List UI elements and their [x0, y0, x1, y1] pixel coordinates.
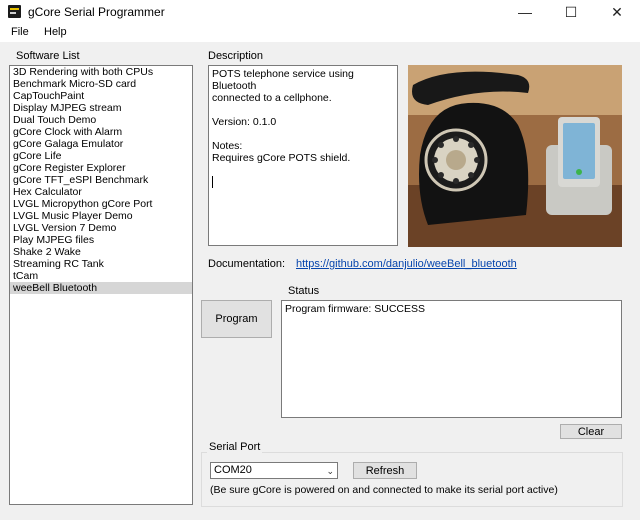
minimize-button[interactable]: — [502, 0, 548, 24]
list-item[interactable]: LVGL Version 7 Demo [10, 222, 192, 234]
description-label: Description [206, 50, 266, 62]
close-button[interactable]: ✕ [594, 0, 640, 24]
program-button[interactable]: Program [201, 300, 272, 338]
software-list[interactable]: 3D Rendering with both CPUs Benchmark Mic… [9, 65, 193, 505]
serial-port-dropdown[interactable]: COM20 ⌄ [210, 462, 338, 479]
menu-file[interactable]: File [9, 26, 31, 38]
list-item[interactable]: CapTouchPaint [10, 90, 192, 102]
list-item[interactable]: 3D Rendering with both CPUs [10, 66, 192, 78]
software-list-label: Software List [14, 50, 82, 62]
list-item[interactable]: Streaming RC Tank [10, 258, 192, 270]
status-label: Status [288, 285, 320, 297]
status-text-area[interactable]: Program firmware: SUCCESS [281, 300, 622, 418]
maximize-button[interactable]: ☐ [548, 0, 594, 24]
menu-bar: File Help [0, 24, 640, 43]
list-item[interactable]: LVGL Micropython gCore Port [10, 198, 192, 210]
refresh-button[interactable]: Refresh [353, 462, 417, 479]
list-item[interactable]: gCore Register Explorer [10, 162, 192, 174]
documentation-link[interactable]: https://github.com/danjulio/weeBell_blue… [296, 258, 517, 270]
clear-button[interactable]: Clear [560, 424, 622, 439]
list-item[interactable]: Hex Calculator [10, 186, 192, 198]
list-item[interactable]: LVGL Music Player Demo [10, 210, 192, 222]
telephone-image [408, 65, 622, 247]
list-item[interactable]: gCore Galaga Emulator [10, 138, 192, 150]
text-caret [212, 176, 213, 188]
list-item[interactable]: gCore TFT_eSPI Benchmark [10, 174, 192, 186]
list-item[interactable]: Display MJPEG stream [10, 102, 192, 114]
serial-port-note: (Be sure gCore is powered on and connect… [210, 484, 558, 496]
window-title: gCore Serial Programmer [28, 5, 165, 19]
menu-help[interactable]: Help [42, 26, 69, 38]
list-item[interactable]: Dual Touch Demo [10, 114, 192, 126]
serial-port-group [201, 452, 623, 507]
status-text: Program firmware: SUCCESS [285, 303, 426, 315]
documentation-label: Documentation: [208, 258, 286, 270]
description-text-area[interactable]: POTS telephone service using Bluetooth c… [208, 65, 398, 246]
title-bar: gCore Serial Programmer — ☐ ✕ [0, 0, 640, 24]
list-item[interactable]: gCore Life [10, 150, 192, 162]
serial-port-label: Serial Port [207, 441, 263, 453]
list-item[interactable]: Shake 2 Wake [10, 246, 192, 258]
serial-port-value: COM20 [214, 464, 252, 476]
description-text: POTS telephone service using Bluetooth c… [212, 68, 354, 164]
list-item[interactable]: weeBell Bluetooth [10, 282, 192, 294]
list-item[interactable]: Play MJPEG files [10, 234, 192, 246]
list-item[interactable]: gCore Clock with Alarm [10, 126, 192, 138]
chevron-down-icon: ⌄ [326, 466, 334, 476]
list-item[interactable]: Benchmark Micro-SD card [10, 78, 192, 90]
main-panel: Software List 3D Rendering with both CPU… [0, 43, 640, 520]
list-item[interactable]: tCam [10, 270, 192, 282]
product-photo [408, 65, 622, 247]
app-icon [8, 5, 21, 18]
